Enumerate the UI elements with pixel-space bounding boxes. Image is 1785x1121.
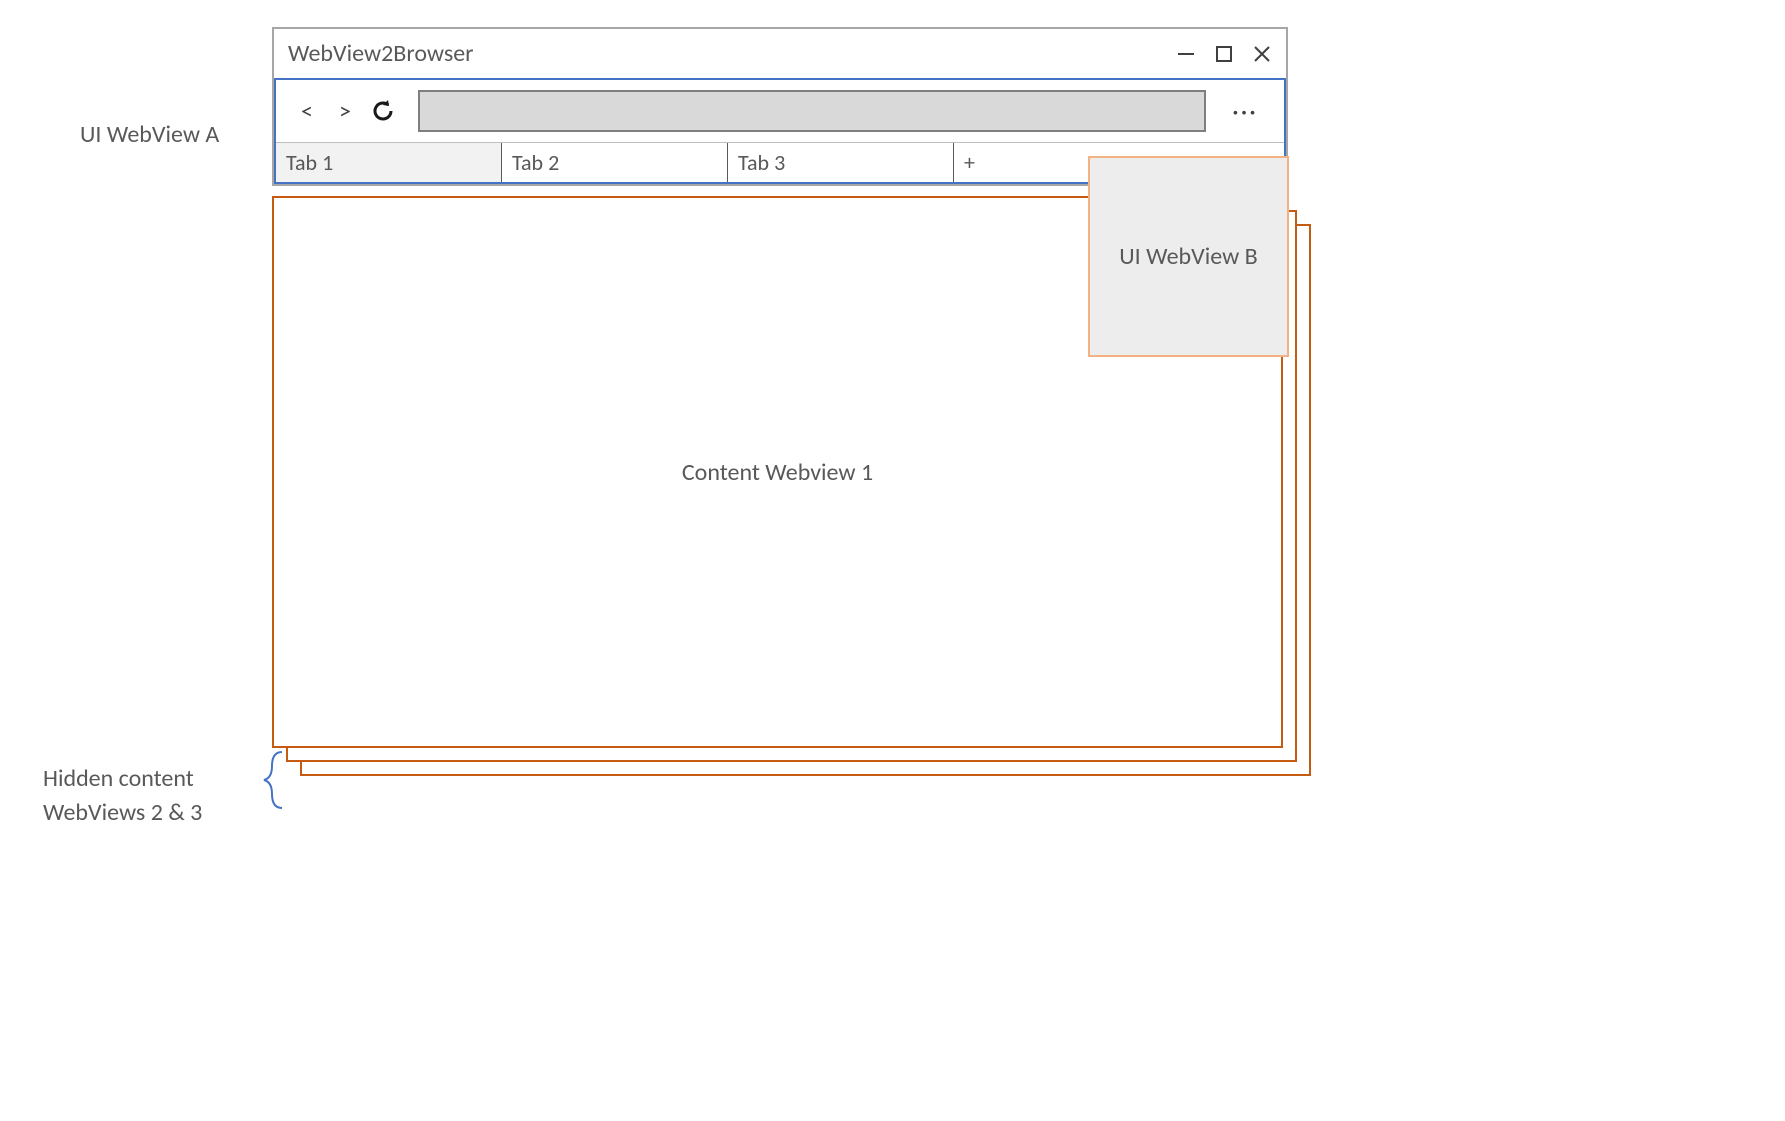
- forward-icon: >: [339, 97, 351, 126]
- annotation-hidden-line1: Hidden content: [43, 762, 202, 796]
- ui-webview-b-region: UI WebView B: [1088, 156, 1289, 357]
- toolbar: < > ···: [276, 80, 1284, 142]
- tab-1[interactable]: Tab 1: [276, 143, 502, 182]
- back-button[interactable]: <: [290, 94, 324, 128]
- content-webview-1-label: Content Webview 1: [682, 458, 873, 487]
- reload-icon: [371, 99, 395, 123]
- window-title: WebView2Browser: [288, 39, 474, 68]
- close-icon: [1254, 46, 1270, 62]
- title-bar: WebView2Browser: [274, 29, 1286, 78]
- annotation-hidden-webviews: Hidden content WebViews 2 & 3: [43, 762, 202, 829]
- maximize-button[interactable]: [1214, 44, 1234, 64]
- back-icon: <: [301, 97, 313, 126]
- more-icon: ···: [1232, 95, 1258, 127]
- reload-button[interactable]: [366, 94, 400, 128]
- window-controls: [1176, 44, 1272, 64]
- minimize-button[interactable]: [1176, 44, 1196, 64]
- more-options-button[interactable]: ···: [1220, 95, 1270, 127]
- close-button[interactable]: [1252, 44, 1272, 64]
- minimize-icon: [1177, 45, 1195, 63]
- annotation-ui-webview-a: UI WebView A: [80, 120, 219, 149]
- annotation-ui-webview-b: UI WebView B: [1119, 242, 1257, 271]
- maximize-icon: [1216, 46, 1232, 62]
- annotation-hidden-line2: WebViews 2 & 3: [43, 796, 202, 830]
- address-bar[interactable]: [418, 90, 1206, 132]
- forward-button[interactable]: >: [328, 94, 362, 128]
- tab-3[interactable]: Tab 3: [728, 143, 954, 182]
- tab-2[interactable]: Tab 2: [502, 143, 728, 182]
